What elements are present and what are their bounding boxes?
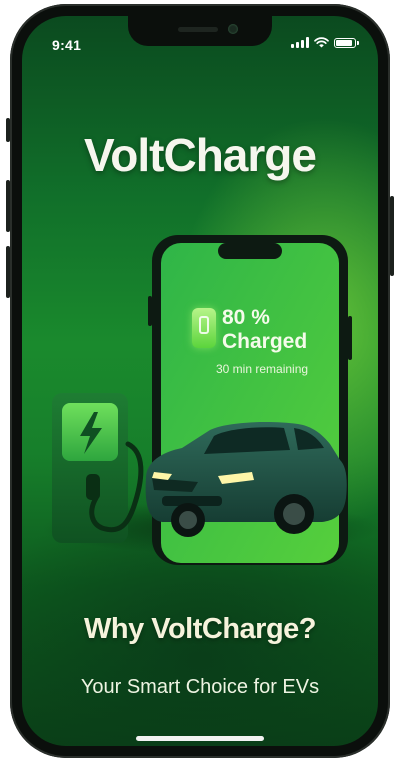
promo-headline: Why VoltCharge? [83, 613, 317, 645]
wifi-icon [314, 37, 329, 48]
battery-level [336, 39, 352, 46]
app-title: VoltCharge [84, 129, 317, 181]
charging-illustration [42, 235, 378, 565]
charging-battery-icon [192, 308, 216, 348]
power-button [390, 196, 394, 276]
speaker-grille [178, 27, 218, 32]
front-camera [228, 24, 238, 34]
status-time: 9:41 [52, 37, 82, 53]
charge-remaining-time: 30 min remaining [216, 362, 309, 376]
home-indicator[interactable] [136, 736, 264, 741]
signal-bars-icon [291, 37, 309, 48]
promo-subheadline: Your Smart Choice for EVs [80, 676, 320, 698]
screen: 9:41 VoltCharge 80 % Charged 30 min rema… [22, 16, 378, 746]
silent-switch [6, 118, 10, 142]
charge-percent: 80 % [222, 306, 270, 329]
volume-down-button [6, 246, 10, 298]
charging-status-card: 80 % Charged 30 min remaining [192, 306, 352, 376]
status-icons [291, 37, 359, 48]
charging-station [52, 393, 144, 543]
volume-up-button [6, 180, 10, 232]
charge-status: Charged [222, 330, 308, 353]
battery-icon [334, 37, 359, 48]
notch [128, 16, 272, 46]
